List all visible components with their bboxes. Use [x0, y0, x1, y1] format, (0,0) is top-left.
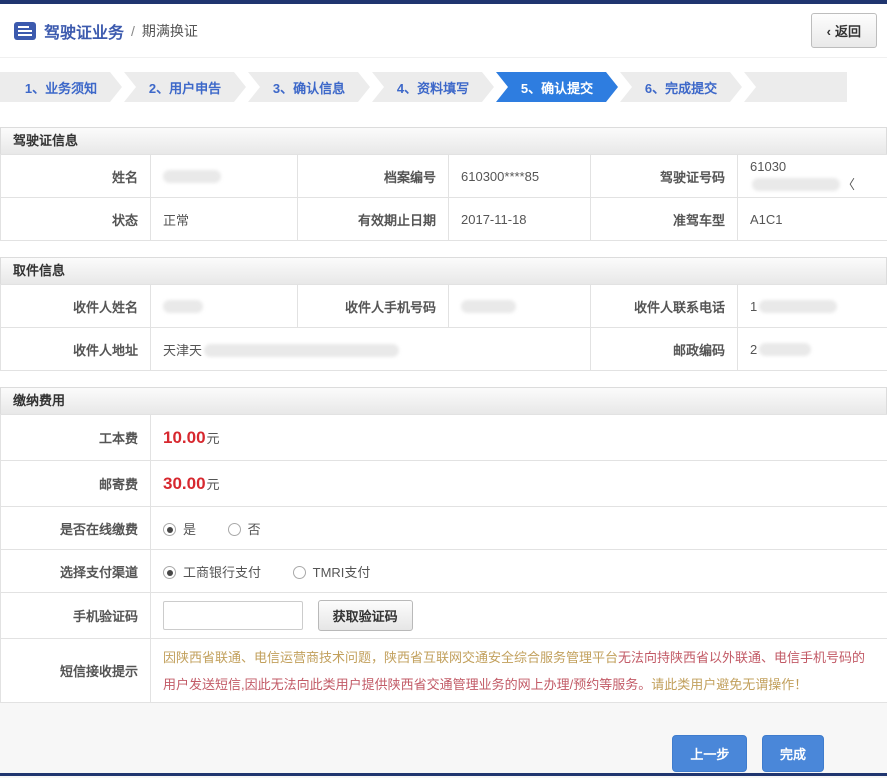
step-bar-filler [744, 72, 847, 102]
table-row: 邮寄费 30.00元 [1, 461, 887, 507]
pickup-info-section: 取件信息 收件人姓名 收件人手机号码 收件人联系电话 1 收件人地址 天津天 邮… [0, 257, 887, 371]
sms-notice-label: 短信接收提示 [1, 639, 151, 703]
step-1-business-notes: 1、业务须知 [0, 72, 122, 102]
table-row: 选择支付渠道 工商银行支付 TMRI支付 [1, 550, 887, 593]
redacted-blob [163, 170, 221, 183]
radio-option-yes[interactable]: 是 [163, 522, 196, 537]
license-no-value: 61030〈 [738, 155, 887, 198]
fee-amount: 10.00 [163, 428, 206, 447]
radio-selected-icon[interactable] [163, 566, 176, 579]
sms-code-cell: 获取验证码 [151, 593, 887, 639]
valid-until-value: 2017-11-18 [449, 198, 591, 241]
postal-code-value: 2 [738, 328, 887, 371]
breadcrumb-separator: / [131, 23, 135, 39]
redacted-blob [759, 300, 837, 313]
recipient-phone-value: 1 [738, 285, 887, 328]
page-header: 驾驶证业务 / 期满换证 ‹返回 [0, 4, 887, 58]
sms-code-input[interactable] [163, 601, 303, 630]
license-no-label: 驾驶证号码 [591, 155, 738, 198]
pickup-info-table: 收件人姓名 收件人手机号码 收件人联系电话 1 收件人地址 天津天 邮政编码 2 [0, 284, 887, 371]
footer-actions: 上一步 完成 [0, 703, 887, 773]
section-title: 缴纳费用 [0, 387, 887, 414]
chevron-left-icon: ‹ [827, 24, 831, 39]
form-list-icon [14, 22, 36, 40]
finish-button[interactable]: 完成 [762, 735, 824, 772]
recipient-phone-label: 收件人联系电话 [591, 285, 738, 328]
redacted-blob [752, 178, 840, 191]
license-info-table: 姓名 档案编号 610300****85 驾驶证号码 61030〈 状态 正常 … [0, 154, 887, 241]
step-wizard: 1、业务须知 2、用户申告 3、确认信息 4、资料填写 5、确认提交 6、完成提… [0, 72, 847, 102]
fee-unit: 元 [207, 431, 220, 446]
vehicle-class-value: A1C1 [738, 198, 887, 241]
step-2-user-declaration: 2、用户申告 [124, 72, 246, 102]
license-info-section: 驾驶证信息 姓名 档案编号 610300****85 驾驶证号码 61030〈 … [0, 127, 887, 241]
step-5-confirm-submit: 5、确认提交 [496, 72, 618, 102]
sms-code-label: 手机验证码 [1, 593, 151, 639]
mailing-fee-label: 邮寄费 [1, 461, 151, 507]
recipient-mobile-value [449, 285, 591, 328]
production-fee-label: 工本费 [1, 415, 151, 461]
breadcrumb-current: 期满换证 [142, 21, 198, 41]
step-4-fill-materials: 4、资料填写 [372, 72, 494, 102]
payment-channel-options: 工商银行支付 TMRI支付 [151, 550, 887, 593]
valid-until-label: 有效期止日期 [298, 198, 449, 241]
table-row: 短信接收提示 因陕西省联通、电信运营商技术问题，陕西省互联网交通安全综合服务管理… [1, 639, 887, 703]
name-label: 姓名 [1, 155, 151, 198]
radio-option-tmri[interactable]: TMRI支付 [293, 565, 371, 580]
production-fee-value: 10.00元 [151, 415, 887, 461]
recipient-address-value: 天津天 [151, 328, 591, 371]
payment-channel-label: 选择支付渠道 [1, 550, 151, 593]
recipient-name-label: 收件人姓名 [1, 285, 151, 328]
name-value [151, 155, 298, 198]
section-title: 取件信息 [0, 257, 887, 284]
fee-unit: 元 [207, 477, 220, 492]
redacted-blob [759, 343, 811, 356]
postal-code-label: 邮政编码 [591, 328, 738, 371]
section-title: 驾驶证信息 [0, 127, 887, 154]
status-label: 状态 [1, 198, 151, 241]
step-3-confirm-info: 3、确认信息 [248, 72, 370, 102]
get-sms-code-button[interactable]: 获取验证码 [318, 600, 413, 631]
recipient-address-label: 收件人地址 [1, 328, 151, 371]
redacted-blob [204, 344, 399, 357]
online-payment-options: 是 否 [151, 507, 887, 550]
fees-section: 缴纳费用 工本费 10.00元 邮寄费 30.00元 是否在线缴费 是 否 选择… [0, 387, 887, 703]
vehicle-class-label: 准驾车型 [591, 198, 738, 241]
radio-unselected-icon[interactable] [293, 566, 306, 579]
table-row: 是否在线缴费 是 否 [1, 507, 887, 550]
redacted-blob [163, 300, 203, 313]
back-button[interactable]: ‹返回 [811, 13, 877, 48]
previous-step-button[interactable]: 上一步 [672, 735, 747, 772]
online-payment-label: 是否在线缴费 [1, 507, 151, 550]
file-no-label: 档案编号 [298, 155, 449, 198]
sms-notice-text: 因陕西省联通、电信运营商技术问题，陕西省互联网交通安全综合服务管理平台无法向持陕… [163, 644, 875, 698]
radio-selected-icon[interactable] [163, 523, 176, 536]
table-row: 收件人姓名 收件人手机号码 收件人联系电话 1 [1, 285, 887, 328]
recipient-mobile-label: 收件人手机号码 [298, 285, 449, 328]
table-row: 手机验证码 获取验证码 [1, 593, 887, 639]
fee-amount: 30.00 [163, 474, 206, 493]
page-title: 驾驶证业务 [44, 19, 124, 43]
table-row: 状态 正常 有效期止日期 2017-11-18 准驾车型 A1C1 [1, 198, 887, 241]
table-row: 工本费 10.00元 [1, 415, 887, 461]
status-value: 正常 [151, 198, 298, 241]
radio-option-icbc[interactable]: 工商银行支付 [163, 565, 261, 580]
file-no-value: 610300****85 [449, 155, 591, 198]
redacted-blob [461, 300, 516, 313]
mailing-fee-value: 30.00元 [151, 461, 887, 507]
table-row: 姓名 档案编号 610300****85 驾驶证号码 61030〈 [1, 155, 887, 198]
table-row: 收件人地址 天津天 邮政编码 2 [1, 328, 887, 371]
step-6-complete-submit: 6、完成提交 [620, 72, 742, 102]
radio-unselected-icon[interactable] [228, 523, 241, 536]
radio-option-no[interactable]: 否 [228, 522, 261, 537]
sms-notice-cell: 因陕西省联通、电信运营商技术问题，陕西省互联网交通安全综合服务管理平台无法向持陕… [151, 639, 887, 703]
fees-table: 工本费 10.00元 邮寄费 30.00元 是否在线缴费 是 否 选择支付渠道 … [0, 414, 887, 703]
recipient-name-value [151, 285, 298, 328]
